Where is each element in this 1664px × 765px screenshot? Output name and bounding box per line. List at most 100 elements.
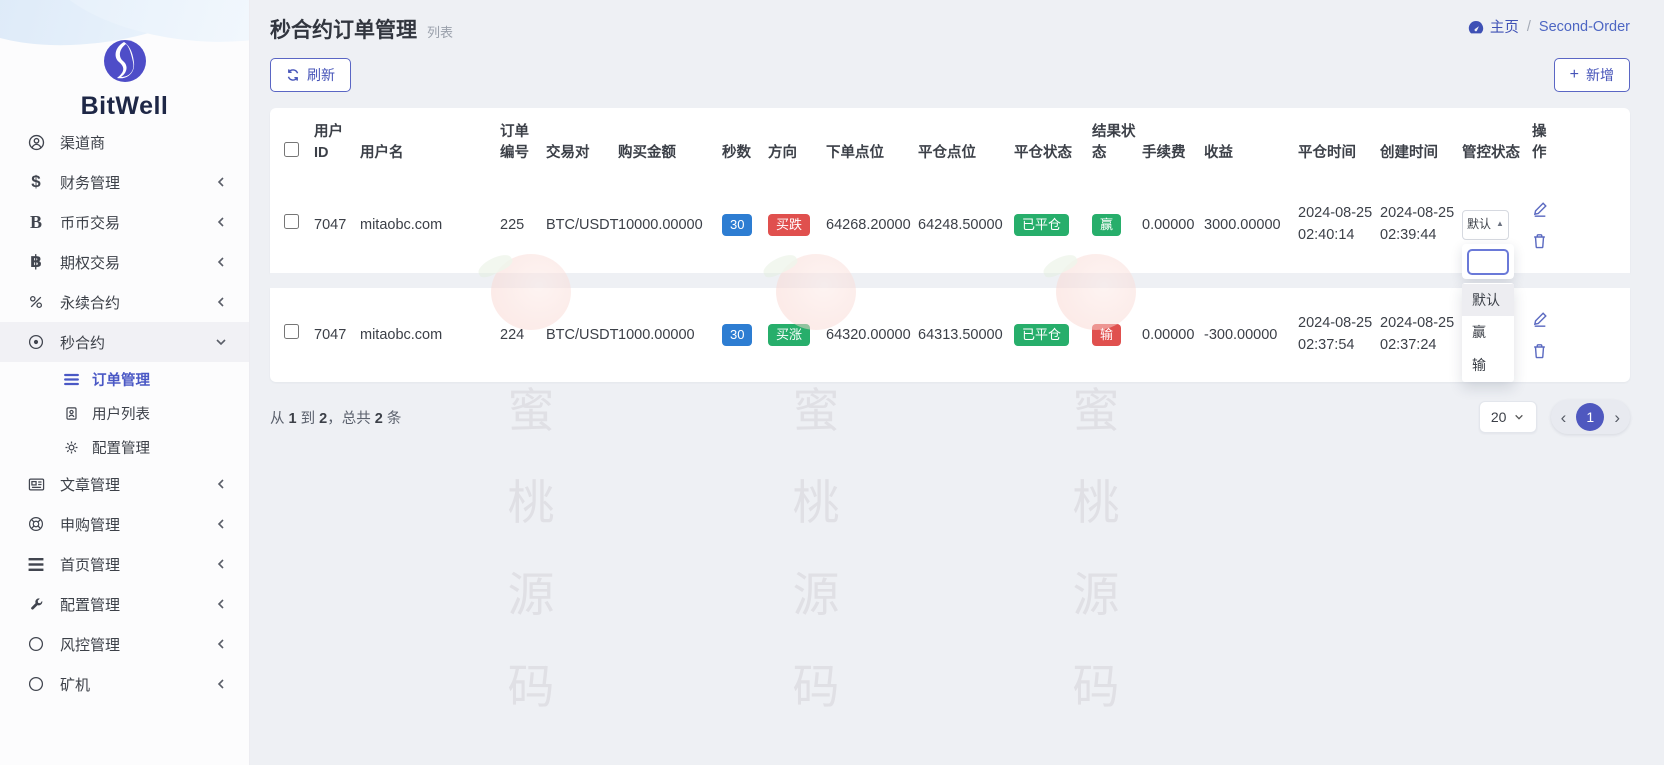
cell-profit: 3000.00000 xyxy=(1204,215,1298,236)
delete-button[interactable] xyxy=(1532,343,1547,359)
user-circle-icon xyxy=(26,134,46,151)
row-checkbox[interactable] xyxy=(284,324,299,339)
cell-username: mitaobc.com xyxy=(360,325,500,346)
col-order-no: 订单编号 xyxy=(500,122,546,164)
direction-badge: 买跌 xyxy=(768,214,810,236)
col-fee: 手续费 xyxy=(1142,143,1204,164)
sidebar-submenu: 订单管理 用户列表 配置管理 xyxy=(0,362,249,464)
table-header-row: 用户ID 用户名 订单编号 交易对 购买金额 秒数 方向 下单点位 平仓点位 平… xyxy=(270,108,1630,177)
col-amount: 购买金额 xyxy=(618,143,722,164)
col-close-time: 平仓时间 xyxy=(1298,143,1380,164)
page-header: 秒合约订单管理 列表 xyxy=(270,14,1630,44)
sidebar-item-homepage[interactable]: 首页管理 xyxy=(0,544,249,584)
sidebar-item-spot-trade[interactable]: B 币币交易 xyxy=(0,202,249,242)
sidebar-item-risk-control[interactable]: 风控管理 xyxy=(0,624,249,664)
next-page-button[interactable]: › xyxy=(1614,409,1620,426)
sidebar-nav: 渠道商 $ 财务管理 B 币币交易 ฿ 期权交易 永续合约 xyxy=(0,122,249,704)
brand: BitWell xyxy=(0,0,249,122)
edit-button[interactable] xyxy=(1532,201,1548,218)
page-title: 秒合约订单管理 xyxy=(270,14,417,44)
sidebar-subitem-label: 用户列表 xyxy=(92,403,150,424)
bold-b-icon: B xyxy=(26,212,46,233)
sidebar-item-perpetual[interactable]: 永续合约 xyxy=(0,282,249,322)
breadcrumb-home-link[interactable]: 主页 xyxy=(1468,16,1519,37)
sidebar-item-label: 期权交易 xyxy=(60,252,120,273)
cell-user-id: 7047 xyxy=(314,325,360,346)
breadcrumb: 主页 / Second-Order xyxy=(1468,16,1630,37)
sidebar-item-options-trade[interactable]: ฿ 期权交易 xyxy=(0,242,249,282)
cell-pair: BTC/USDT xyxy=(546,215,618,236)
select-all-checkbox[interactable] xyxy=(284,142,299,157)
sidebar-item-miner[interactable]: 矿机 xyxy=(0,664,249,704)
seconds-badge: 30 xyxy=(722,214,752,236)
cell-order-no: 225 xyxy=(500,215,546,236)
prev-page-button[interactable]: ‹ xyxy=(1561,409,1567,426)
col-action: 操作 xyxy=(1532,122,1572,164)
cell-user-id: 7047 xyxy=(314,215,360,236)
dropdown-search-input[interactable] xyxy=(1467,249,1509,275)
bars-icon xyxy=(26,558,46,571)
orders-table: 用户ID 用户名 订单编号 交易对 购买金额 秒数 方向 下单点位 平仓点位 平… xyxy=(270,108,1630,382)
chevron-left-icon xyxy=(215,478,227,490)
page-subtitle: 列表 xyxy=(427,22,453,41)
delete-button[interactable] xyxy=(1532,233,1547,249)
chevron-left-icon xyxy=(215,558,227,570)
edit-button[interactable] xyxy=(1532,311,1548,328)
sidebar-item-subscription[interactable]: 申购管理 xyxy=(0,504,249,544)
current-page-button[interactable]: 1 xyxy=(1576,403,1604,431)
control-status-select[interactable]: 默认 ▲ xyxy=(1462,210,1509,240)
seconds-badge: 30 xyxy=(722,324,752,346)
gear-icon xyxy=(62,440,80,455)
cell-create-time: 2024-08-25 02:39:44 xyxy=(1380,203,1462,247)
circle-icon xyxy=(26,636,46,652)
breadcrumb-separator: / xyxy=(1527,19,1531,35)
sidebar-subitem-user-list[interactable]: 用户列表 xyxy=(0,396,249,430)
sidebar-item-articles[interactable]: 文章管理 xyxy=(0,464,249,504)
chevron-left-icon xyxy=(215,678,227,690)
table-row: 7047 mitaobc.com 224 BTC/USDT 1000.00000… xyxy=(270,288,1630,382)
cell-fee: 0.00000 xyxy=(1142,325,1204,346)
dropdown-option-lose[interactable]: 输 xyxy=(1462,349,1514,381)
col-open-point: 下单点位 xyxy=(826,143,918,164)
row-checkbox[interactable] xyxy=(284,214,299,229)
circle-icon xyxy=(26,676,46,692)
cell-amount: 1000.00000 xyxy=(618,325,722,346)
sidebar-item-label: 矿机 xyxy=(60,674,90,695)
dropdown-option-default[interactable]: 默认 xyxy=(1462,284,1514,316)
target-icon xyxy=(26,334,46,350)
chevron-left-icon xyxy=(215,216,227,228)
plus-icon: + xyxy=(1570,66,1579,84)
chevron-left-icon xyxy=(215,638,227,650)
page-size-select[interactable]: 20 xyxy=(1479,401,1537,433)
cell-pair: BTC/USDT xyxy=(546,325,618,346)
pager: ‹ 1 › xyxy=(1551,400,1630,434)
add-button[interactable]: + 新增 xyxy=(1554,58,1630,92)
sidebar-item-label: 文章管理 xyxy=(60,474,120,495)
sidebar-item-channel[interactable]: 渠道商 xyxy=(0,122,249,162)
control-status-value: 默认 xyxy=(1467,216,1491,233)
sidebar-item-second-contract[interactable]: 秒合约 xyxy=(0,322,249,362)
refresh-icon xyxy=(286,68,300,82)
col-seconds: 秒数 xyxy=(722,143,768,164)
sidebar-item-label: 首页管理 xyxy=(60,554,120,575)
life-ring-icon xyxy=(26,516,46,532)
dropdown-option-win[interactable]: 赢 xyxy=(1462,316,1514,348)
toolbar: 刷新 + 新增 xyxy=(270,58,1630,92)
close-status-badge: 已平仓 xyxy=(1014,324,1069,346)
sidebar-subitem-order-management[interactable]: 订单管理 xyxy=(0,362,249,396)
chevron-left-icon xyxy=(215,176,227,188)
sidebar-subitem-label: 订单管理 xyxy=(92,369,150,390)
breadcrumb-current[interactable]: Second-Order xyxy=(1539,19,1630,35)
table-footer: 从 1 到 2，总共 2 条 20 ‹ 1 › xyxy=(270,400,1630,434)
refresh-button[interactable]: 刷新 xyxy=(270,58,351,92)
sidebar-item-label: 永续合约 xyxy=(60,292,120,313)
sidebar-item-settings[interactable]: 配置管理 xyxy=(0,584,249,624)
table-row: 7047 mitaobc.com 225 BTC/USDT 10000.0000… xyxy=(270,177,1630,273)
col-close-status: 平仓状态 xyxy=(1014,143,1092,164)
sidebar-subitem-label: 配置管理 xyxy=(92,437,150,458)
sidebar-item-finance[interactable]: $ 财务管理 xyxy=(0,162,249,202)
sidebar-item-label: 风控管理 xyxy=(60,634,120,655)
sidebar-subitem-config-management[interactable]: 配置管理 xyxy=(0,430,249,464)
chevron-left-icon xyxy=(215,598,227,610)
breadcrumb-home-label: 主页 xyxy=(1490,16,1519,37)
